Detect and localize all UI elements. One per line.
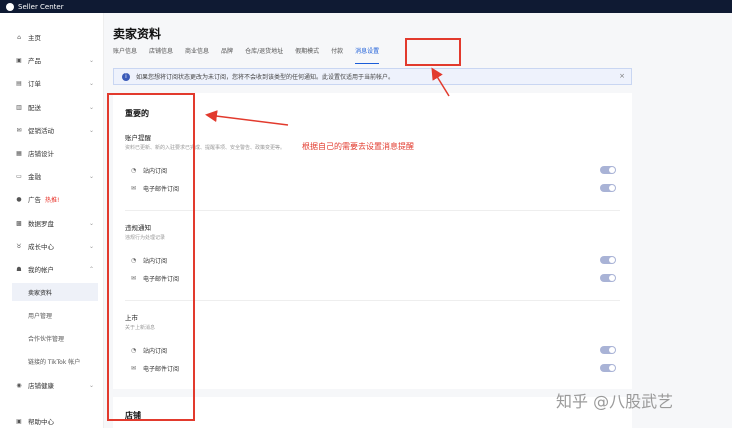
tab-vacation-mode[interactable]: 假期模式 xyxy=(295,46,319,60)
tab-store-info[interactable]: 店铺信息 xyxy=(149,46,173,60)
chevron-down-icon: ⌄ xyxy=(88,242,94,250)
sidebar-item-label: 金融 xyxy=(28,173,41,181)
sidebar-item-promotions[interactable]: ✉ 促销活动 ⌄ xyxy=(0,122,104,138)
sidebar-item-shipping[interactable]: ▥ 配送 ⌄ xyxy=(0,99,104,115)
subscription-toggle[interactable] xyxy=(600,256,616,264)
data-compass-icon: ▩ xyxy=(16,219,22,227)
chevron-down-icon: ⌄ xyxy=(88,56,94,64)
account-icon: ☗ xyxy=(16,265,22,273)
tab-brand[interactable]: 品牌 xyxy=(221,46,233,60)
tiktok-logo-icon xyxy=(6,2,14,11)
subscription-toggle[interactable] xyxy=(600,166,616,174)
sidebar-item-help[interactable]: ▣ 帮助中心 xyxy=(0,413,104,429)
sidebar-item-label: 配送 xyxy=(28,104,41,112)
chevron-down-icon: ⌄ xyxy=(88,126,94,134)
notice-text: 如果您想将订阅状态更改为未订阅，您将不会收到该类型的任何通知。此设置仅适用于当前… xyxy=(136,74,395,81)
chevron-down-icon: ⌄ xyxy=(88,172,94,180)
shipping-icon: ▥ xyxy=(16,103,22,111)
info-icon: i xyxy=(122,72,130,81)
sidebar-item-label: 帮助中心 xyxy=(28,418,54,426)
subscription-row: ◔ 站内订阅 xyxy=(131,345,616,355)
close-icon[interactable]: × xyxy=(619,72,625,80)
product-icon: ▣ xyxy=(16,56,22,64)
chevron-down-icon: ⌄ xyxy=(88,103,94,111)
sidebar-item-label: 店铺健康 xyxy=(28,382,54,390)
finance-icon: ▭ xyxy=(16,172,22,180)
ads-icon: ● xyxy=(16,195,22,203)
hot-badge: 热推! xyxy=(45,196,60,204)
tab-business-info[interactable]: 商业信息 xyxy=(185,46,209,60)
sidebar-item-my-account[interactable]: ☗ 我的帐户 ⌃ xyxy=(0,261,104,277)
sidebar-item-label: 数据罗盘 xyxy=(28,220,54,228)
sidebar-item-orders[interactable]: ▤ 订单 ⌄ xyxy=(0,75,104,91)
sidebar-item-label: 成长中心 xyxy=(28,243,54,251)
subscription-toggle[interactable] xyxy=(600,364,616,372)
subscription-toggle[interactable] xyxy=(600,274,616,282)
chevron-down-icon: ⌄ xyxy=(88,381,94,389)
sidebar-item-home[interactable]: ⌂ 主页 xyxy=(0,29,104,45)
sidebar-item-store-design[interactable]: ▦ 店铺设计 xyxy=(0,145,104,161)
tab-warehouse-address[interactable]: 仓库/退货地址 xyxy=(245,46,283,60)
app-name: Seller Center xyxy=(18,2,64,11)
annotation-highlight-settings xyxy=(107,93,195,421)
info-notice: i 如果您想将订阅状态更改为未订阅，您将不会收到该类型的任何通知。此设置仅适用于… xyxy=(113,68,632,85)
sidebar-item-label: 主页 xyxy=(28,34,41,42)
divider xyxy=(125,210,620,211)
sidebar-item-store-health[interactable]: ◉ 店铺健康 ⌄ xyxy=(0,377,104,393)
subscription-toggle[interactable] xyxy=(600,184,616,192)
order-icon: ▤ xyxy=(16,79,22,87)
annotation-highlight-tab xyxy=(405,38,461,66)
page-title: 卖家资料 xyxy=(113,27,162,41)
sidebar-item-label: 我的帐户 xyxy=(28,266,54,274)
home-icon: ⌂ xyxy=(17,33,21,41)
watermark: 知乎 @八股武艺 xyxy=(556,392,674,411)
sidebar-item-label: 订单 xyxy=(28,80,41,88)
growth-icon: ♉ xyxy=(16,242,22,250)
subscription-row: ✉ 电子邮件订阅 xyxy=(131,363,616,373)
sidebar: ⌂ 主页 ▣ 产品 ⌄ ▤ 订单 ⌄ ▥ 配送 ⌄ ✉ 促销活动 ⌄ ▦ 店铺设计 ▭ 金融 ⌄ ● 广告… xyxy=(0,13,104,428)
subscription-row: ◔ 站内订阅 xyxy=(131,165,616,175)
sidebar-item-label: 店铺设计 xyxy=(28,150,54,158)
sidebar-item-products[interactable]: ▣ 产品 ⌄ xyxy=(0,52,104,68)
sidebar-item-data-compass[interactable]: ▩ 数据罗盘 ⌄ xyxy=(0,215,104,231)
chevron-down-icon: ⌄ xyxy=(88,219,94,227)
store-health-icon: ◉ xyxy=(16,381,22,389)
store-design-icon: ▦ xyxy=(16,149,22,157)
tab-payment[interactable]: 付款 xyxy=(331,46,343,60)
sidebar-subitem-seller-profile[interactable]: 卖家资料 xyxy=(12,283,98,301)
sidebar-item-label: 广告 xyxy=(28,196,41,204)
tab-account-info[interactable]: 账户信息 xyxy=(113,46,137,60)
sidebar-subitem-linked-tiktok[interactable]: 链接的 TikTok 帐户 xyxy=(12,352,98,370)
sidebar-item-finance[interactable]: ▭ 金融 ⌄ xyxy=(0,168,104,184)
top-bar: Seller Center xyxy=(0,0,732,13)
annotation-text: 根据自己的需要去设置消息提醒 xyxy=(302,142,414,151)
sidebar-item-growth[interactable]: ♉ 成长中心 ⌄ xyxy=(0,238,104,254)
profile-tabs: 账户信息 店铺信息 商业信息 品牌 仓库/退货地址 假期模式 付款 消息设置 xyxy=(113,46,391,64)
subscription-row: ✉ 电子邮件订阅 xyxy=(131,273,616,283)
chevron-up-icon: ⌃ xyxy=(88,265,94,273)
sidebar-subitem-partner-management[interactable]: 合作伙伴管理 xyxy=(12,329,98,347)
divider xyxy=(125,300,620,301)
sidebar-subitem-user-management[interactable]: 用户管理 xyxy=(12,306,98,324)
subscription-row: ✉ 电子邮件订阅 xyxy=(131,183,616,193)
help-icon: ▣ xyxy=(16,417,22,425)
sidebar-item-label: 促销活动 xyxy=(28,127,54,135)
chevron-down-icon: ⌄ xyxy=(88,79,94,87)
sidebar-item-label: 产品 xyxy=(28,57,41,65)
subscription-toggle[interactable] xyxy=(600,346,616,354)
promotion-icon: ✉ xyxy=(16,126,22,134)
sidebar-item-ads[interactable]: ● 广告 热推! xyxy=(0,191,104,207)
tab-message-settings[interactable]: 消息设置 xyxy=(355,46,380,64)
subscription-row: ◔ 站内订阅 xyxy=(131,255,616,265)
